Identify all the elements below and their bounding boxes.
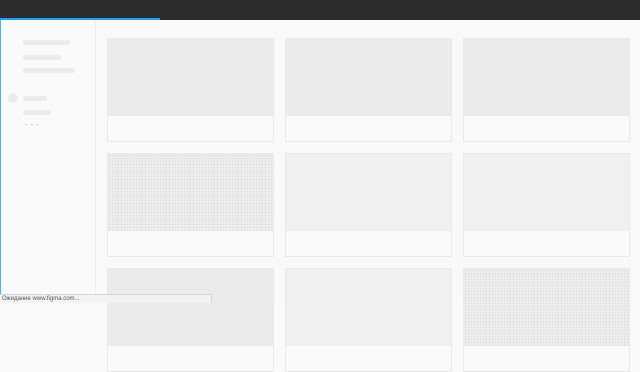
file-thumbnail-placeholder: [464, 154, 629, 231]
file-thumbnail-placeholder: [286, 269, 451, 346]
file-thumbnail-placeholder: [108, 39, 273, 116]
file-card-skeleton: [285, 38, 452, 142]
file-card-skeleton: [107, 268, 274, 372]
file-card-skeleton: [463, 38, 630, 142]
sidebar-skeleton-line: [23, 55, 61, 60]
file-thumbnail-placeholder: [464, 269, 629, 346]
file-thumbnail-placeholder: [286, 39, 451, 116]
sidebar-skeleton-line: [23, 96, 47, 101]
sidebar-skeleton-line: [23, 110, 51, 115]
browser-top-bar: [0, 0, 640, 20]
sidebar-skeleton-line: [23, 40, 70, 45]
file-card-skeleton: [107, 153, 274, 257]
file-card-skeleton: [285, 153, 452, 257]
file-card-skeleton: [463, 268, 630, 372]
file-card-skeleton: [107, 38, 274, 142]
file-card-skeleton: [463, 153, 630, 257]
sidebar-skeleton-line: [23, 68, 75, 73]
file-card-skeleton: [285, 268, 452, 372]
file-grid-skeleton: [96, 20, 640, 372]
file-thumbnail-placeholder: [108, 269, 273, 346]
sidebar-more-indicator: • • •: [25, 123, 40, 129]
browser-status-bar: Ожидание www.figma.com...: [0, 294, 212, 303]
file-thumbnail-placeholder: [464, 39, 629, 116]
sidebar-skeleton-avatar: [8, 93, 18, 103]
file-thumbnail-placeholder: [286, 154, 451, 231]
file-thumbnail-placeholder: [108, 154, 273, 231]
sidebar-skeleton: • • •: [1, 20, 96, 303]
